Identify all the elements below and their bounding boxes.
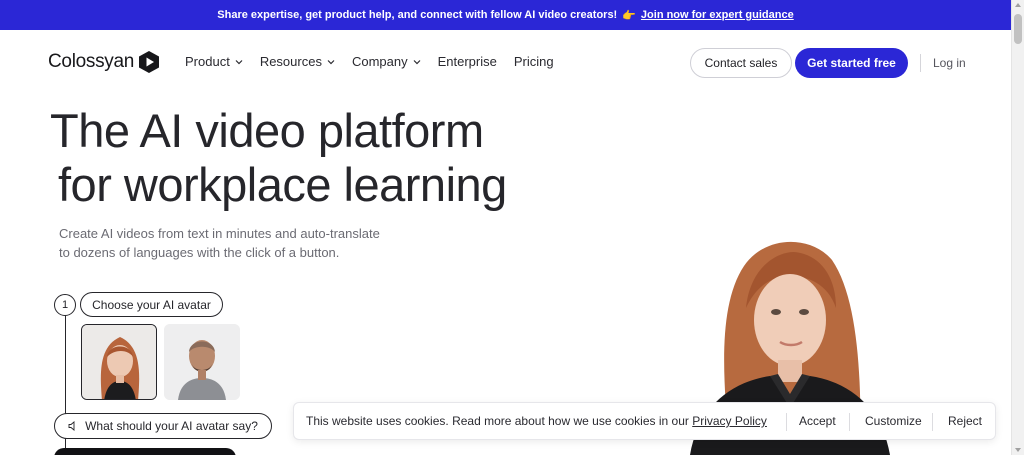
menu-pricing-label: Pricing (513, 54, 554, 69)
woman-avatar-image (82, 325, 156, 399)
login-link[interactable]: Log in (933, 56, 966, 70)
menu-product-label: Product (185, 54, 230, 69)
scroll-up-arrow-icon[interactable] (1015, 3, 1021, 7)
cta-bar[interactable] (54, 448, 236, 455)
avatar-script-label: What should your AI avatar say? (85, 419, 258, 433)
announcement-link[interactable]: Join now for expert guidance (641, 9, 794, 21)
menu-enterprise-label: Enterprise (437, 54, 497, 69)
cookie-divider (932, 413, 933, 431)
scrollbar-thumb[interactable] (1014, 14, 1022, 44)
brand-logo[interactable]: Colossyan (48, 50, 160, 74)
cookie-message: This website uses cookies. Read more abo… (306, 414, 689, 428)
menu-resources[interactable]: Resources (260, 54, 335, 69)
menu-pricing[interactable]: Pricing (514, 54, 554, 69)
avatar-option-woman[interactable] (81, 324, 157, 400)
announcement-text: Share expertise, get product help, and c… (217, 9, 618, 21)
nav-divider (920, 54, 921, 72)
cookie-accept-button[interactable]: Accept (799, 414, 836, 428)
cookie-customize-button[interactable]: Customize (865, 414, 922, 428)
scroll-down-arrow-icon[interactable] (1015, 448, 1021, 452)
choose-avatar-pill: Choose your AI avatar (80, 292, 223, 317)
hero-subtitle-line-1: Create AI videos from text in minutes an… (59, 226, 380, 241)
cookie-divider (849, 413, 850, 431)
menu-company-label: Company (351, 54, 408, 69)
menu-enterprise[interactable]: Enterprise (438, 54, 497, 69)
announcement-bar: Share expertise, get product help, and c… (0, 0, 1011, 30)
hero-title-line-1: The AI video platform (50, 104, 484, 157)
get-started-button[interactable]: Get started free (795, 48, 908, 78)
avatar-option-man[interactable] (164, 324, 240, 400)
hero-title-line-2: for workplace learning (58, 158, 507, 211)
hero-subtitle: Create AI videos from text in minutes an… (59, 224, 389, 262)
chevron-down-icon (413, 59, 421, 64)
speaker-icon (68, 421, 75, 431)
man-avatar-image (164, 324, 240, 400)
scrollbar[interactable] (1011, 0, 1024, 455)
chevron-down-icon (235, 59, 243, 64)
top-navigation: Colossyan Product Resources Company Ente… (0, 30, 1011, 94)
main-menu: Product Resources Company Enterprise Pri… (185, 54, 554, 69)
play-hexagon-logo-icon (139, 51, 160, 73)
pointing-hand-icon: 👉 (622, 9, 636, 22)
menu-product[interactable]: Product (185, 54, 243, 69)
avatar-script-pill[interactable]: What should your AI avatar say? (54, 413, 272, 439)
menu-resources-label: Resources (259, 54, 322, 69)
cookie-reject-button[interactable]: Reject (948, 414, 982, 428)
chevron-down-icon (327, 59, 335, 64)
cookie-banner: This website uses cookies. Read more abo… (293, 402, 996, 440)
contact-sales-button[interactable]: Contact sales (690, 48, 792, 78)
privacy-policy-link[interactable]: Privacy Policy (692, 414, 767, 428)
cookie-divider (786, 413, 787, 431)
menu-company[interactable]: Company (352, 54, 421, 69)
cookie-text: This website uses cookies. Read more abo… (306, 414, 767, 428)
hero-title: The AI video platform for workplace lear… (50, 104, 507, 212)
brand-name: Colossyan (48, 51, 135, 72)
hero-subtitle-line-2: to dozens of languages with the click of… (59, 245, 340, 260)
step-number: 1 (54, 294, 76, 316)
